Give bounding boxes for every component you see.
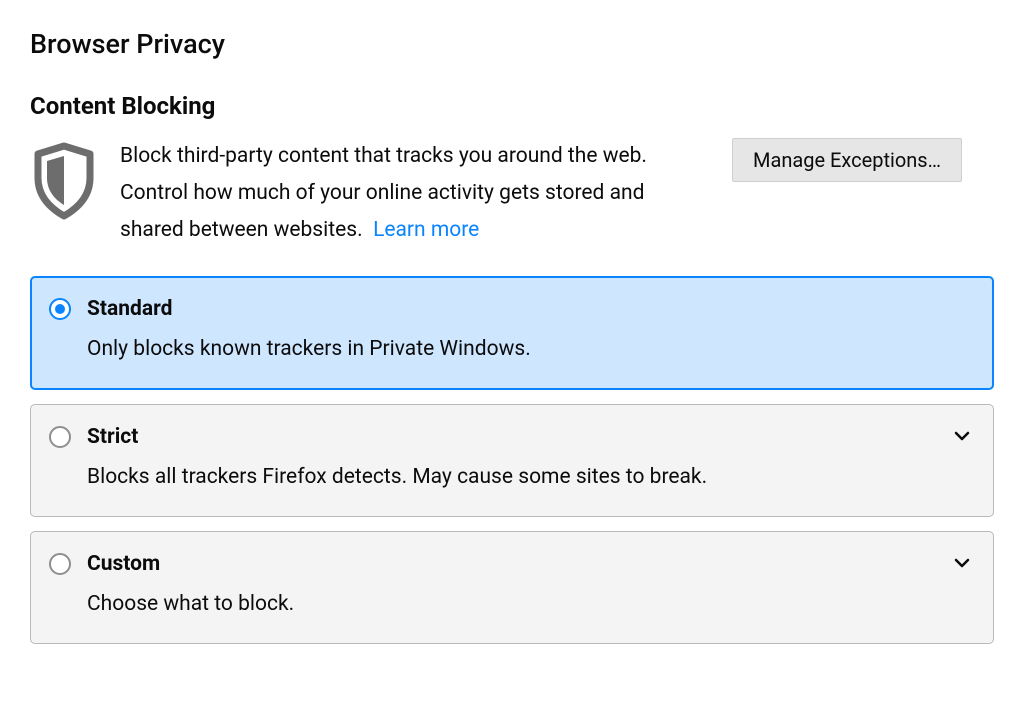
option-standard-title: Standard — [87, 297, 172, 321]
option-custom[interactable]: Custom Choose what to block. — [30, 531, 994, 644]
chevron-down-icon[interactable] — [953, 427, 971, 445]
manage-exceptions-button[interactable]: Manage Exceptions… — [732, 138, 962, 182]
option-custom-header: Custom — [49, 552, 969, 576]
radio-strict[interactable] — [49, 426, 71, 448]
option-standard-description: Only blocks known trackers in Private Wi… — [87, 335, 969, 364]
option-standard[interactable]: Standard Only blocks known trackers in P… — [30, 276, 994, 389]
content-blocking-description: Block third-party content that tracks yo… — [120, 138, 710, 248]
radio-standard[interactable] — [49, 298, 71, 320]
option-custom-description: Choose what to block. — [87, 590, 969, 619]
option-standard-header: Standard — [49, 297, 969, 321]
page-title: Browser Privacy — [30, 28, 994, 60]
chevron-down-icon[interactable] — [953, 554, 971, 572]
option-strict-title: Strict — [87, 425, 138, 449]
learn-more-link[interactable]: Learn more — [373, 218, 479, 242]
content-blocking-heading: Content Blocking — [30, 92, 994, 120]
option-strict[interactable]: Strict Blocks all trackers Firefox detec… — [30, 404, 994, 517]
content-blocking-options: Standard Only blocks known trackers in P… — [30, 276, 994, 644]
option-strict-header: Strict — [49, 425, 969, 449]
option-strict-description: Blocks all trackers Firefox detects. May… — [87, 463, 969, 492]
shield-icon — [30, 142, 98, 224]
radio-custom[interactable] — [49, 553, 71, 575]
content-blocking-intro: Block third-party content that tracks yo… — [30, 138, 994, 248]
option-custom-title: Custom — [87, 552, 160, 576]
